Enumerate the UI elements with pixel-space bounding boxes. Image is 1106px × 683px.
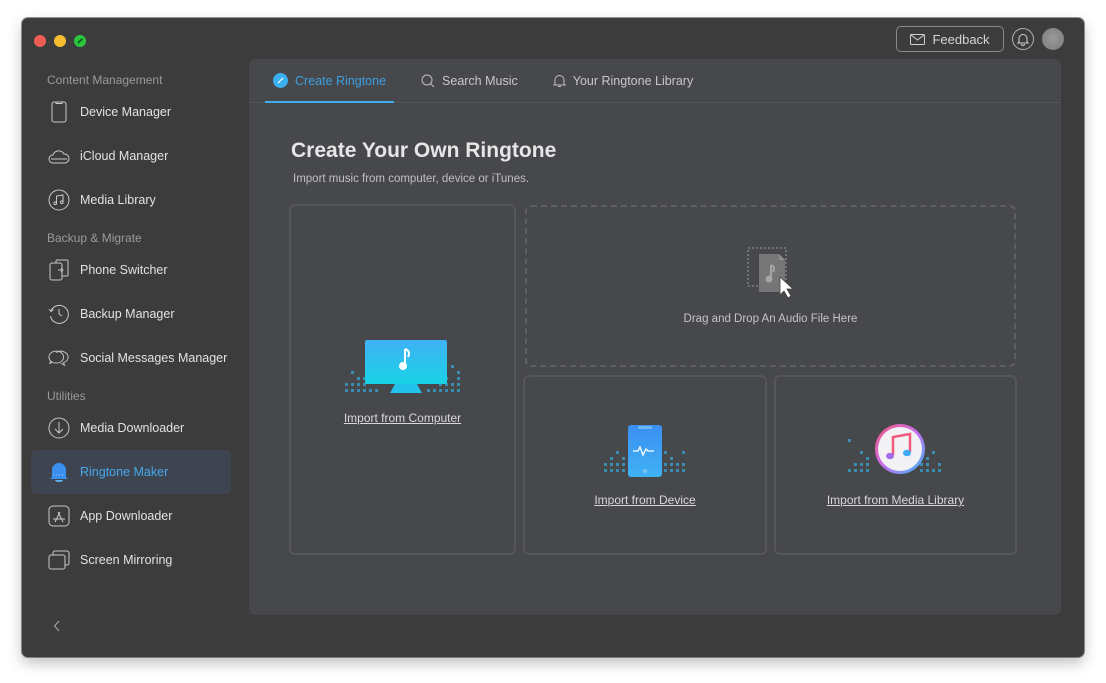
import-from-device-link[interactable]: Import from Device — [594, 493, 695, 507]
sidebar-item-label: Media Downloader — [80, 421, 185, 435]
sidebar-item-icloud-manager[interactable]: iCloud Manager — [31, 134, 231, 178]
tab-label: Create Ringtone — [295, 73, 387, 88]
tab-ringtone-library[interactable]: Your Ringtone Library — [545, 59, 701, 102]
close-window-button[interactable] — [34, 35, 46, 47]
sidebar-section-title: Content Management — [47, 73, 163, 87]
sidebar-item-media-library[interactable]: Media Library — [31, 178, 231, 222]
sidebar-item-label: Media Library — [80, 193, 156, 207]
sidebar-item-backup-manager[interactable]: Backup Manager — [31, 292, 231, 336]
minimize-window-button[interactable] — [54, 35, 66, 47]
topbar-actions: Feedback — [896, 26, 1064, 52]
feedback-button[interactable]: Feedback — [896, 26, 1004, 52]
sidebar-item-app-downloader[interactable]: App Downloader — [31, 494, 231, 538]
mail-icon — [910, 33, 926, 45]
import-from-media-library-card[interactable]: Import from Media Library — [774, 375, 1017, 555]
tab-create-ringtone[interactable]: Create Ringtone — [265, 59, 395, 103]
music-icon — [48, 189, 70, 211]
cloud-icon — [48, 145, 70, 167]
bell-icon — [48, 461, 70, 483]
sidebar-item-label: Ringtone Maker — [80, 465, 169, 479]
drop-zone-label: Drag and Drop An Audio File Here — [683, 313, 858, 325]
feedback-label: Feedback — [932, 31, 990, 47]
sidebar-section-title: Utilities — [47, 389, 86, 403]
page-subtitle: Import music from computer, device or iT… — [293, 173, 530, 185]
phone-switch-icon — [48, 259, 70, 281]
sidebar-item-label: iCloud Manager — [80, 149, 169, 163]
sidebar-item-screen-mirroring[interactable]: Screen Mirroring — [31, 538, 231, 582]
sidebar-item-label: Screen Mirroring — [80, 553, 173, 567]
tab-label: Your Ringtone Library — [572, 73, 694, 88]
tab-search-music[interactable]: Search Music — [413, 59, 526, 102]
chat-bubbles-icon — [48, 347, 70, 369]
itunes-icon — [847, 424, 941, 474]
app-store-icon — [48, 505, 70, 527]
download-icon — [48, 417, 70, 439]
import-from-computer-card[interactable]: Import from Computer — [289, 204, 516, 555]
sidebar-item-label: Phone Switcher — [80, 263, 168, 277]
import-from-computer-link[interactable]: Import from Computer — [344, 411, 461, 425]
page-title: Create Your Own Ringtone — [291, 139, 557, 162]
computer-music-icon — [344, 339, 460, 393]
sidebar-item-ringtone-maker[interactable]: Ringtone Maker — [31, 450, 231, 494]
sidebar-section-title: Backup & Migrate — [47, 231, 142, 245]
import-from-media-library-link[interactable]: Import from Media Library — [827, 493, 964, 507]
sidebar-item-phone-switcher[interactable]: Phone Switcher — [31, 248, 231, 292]
sidebar-item-label: Device Manager — [80, 105, 172, 119]
bell-icon — [552, 74, 566, 87]
notifications-button[interactable] — [1012, 28, 1034, 50]
sidebar: Content Management Device Manager iCloud… — [22, 70, 249, 657]
audio-file-drag-icon — [747, 247, 794, 299]
sidebar-item-device-manager[interactable]: Device Manager — [31, 90, 231, 134]
screens-icon — [48, 549, 70, 571]
sidebar-item-social-messages-manager[interactable]: Social Messages Manager — [31, 336, 231, 380]
search-icon — [421, 74, 435, 87]
maximize-window-button[interactable] — [74, 35, 86, 47]
window-controls — [34, 35, 86, 47]
sidebar-item-label: Backup Manager — [80, 307, 175, 321]
phone-icon — [48, 101, 70, 123]
sidebar-item-label: App Downloader — [80, 509, 173, 523]
sidebar-item-label: Social Messages Manager — [80, 351, 228, 365]
chevron-left-icon — [53, 620, 60, 632]
user-avatar[interactable] — [1042, 28, 1064, 50]
history-icon — [48, 303, 70, 325]
tab-bar: Create Ringtone Search Music Your Ringto… — [249, 59, 1061, 103]
drop-zone[interactable]: Drag and Drop An Audio File Here — [525, 205, 1016, 367]
app-window: Feedback Content Management Device Manag… — [22, 18, 1084, 657]
collapse-sidebar-button[interactable] — [53, 619, 61, 637]
import-from-device-card[interactable]: Import from Device — [523, 375, 767, 555]
device-audio-icon — [604, 425, 685, 477]
tab-label: Search Music — [442, 73, 518, 88]
sidebar-item-media-downloader[interactable]: Media Downloader — [31, 406, 231, 450]
edit-circle-icon — [273, 73, 288, 88]
main-panel: Create Ringtone Search Music Your Ringto… — [249, 59, 1061, 615]
bell-icon — [1017, 33, 1029, 46]
